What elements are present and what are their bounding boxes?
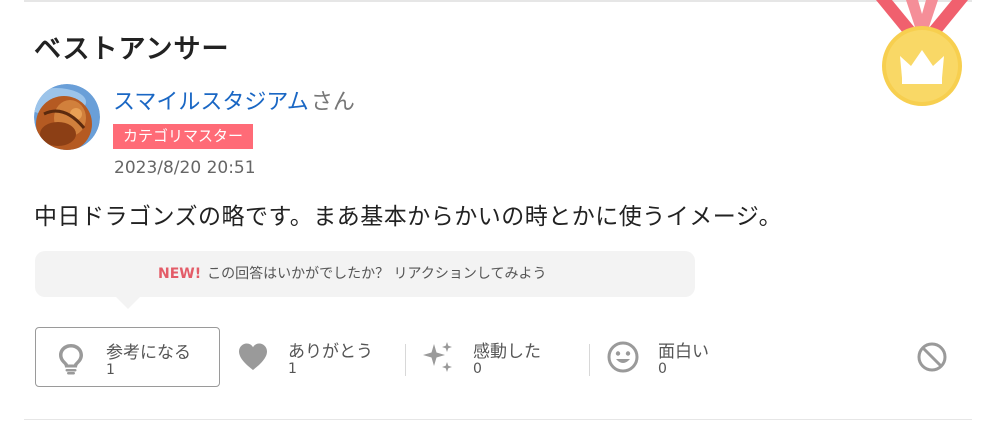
section-title: ベストアンサー [34,34,230,65]
reaction-count: 1 [288,361,297,377]
reaction-count: 0 [473,361,482,377]
reaction-helpful-button[interactable]: 参考になる 1 [35,327,220,387]
lightbulb-icon [59,344,83,375]
answer-timestamp: 2023/8/20 20:51 [114,158,256,178]
bottom-border [24,419,972,420]
reaction-label: 参考になる [106,343,191,363]
block-icon[interactable] [913,338,951,376]
reaction-prompt-tail [116,297,140,309]
author-line: スマイルスタジアムさん [113,84,355,116]
answer-text: 中日ドラゴンズの略です。まあ基本からかいの時とかに使うイメージ。 [34,204,783,230]
author-honorific: さん [310,90,355,115]
new-label: NEW! [158,266,202,282]
reaction-funny-button[interactable]: 面白い 0 [588,327,773,385]
reaction-prompt: NEW! この回答はいかがでしたか？ リアクションしてみよう [158,263,546,283]
reaction-count: 0 [658,361,667,377]
heart-icon [239,343,267,370]
sparkle-icon [423,342,452,372]
author-name-link[interactable]: スマイルスタジアム [113,90,309,115]
avatar[interactable] [34,84,100,150]
gold-medal-icon [876,0,968,106]
reaction-prompt-text: この回答はいかがでしたか？ リアクションしてみよう [207,266,547,282]
top-border [24,0,972,2]
reaction-label: 感動した [473,342,541,362]
smile-icon [607,341,639,373]
reaction-label: 面白い [658,342,709,362]
reaction-thanks-button[interactable]: ありがとう 1 [218,327,403,385]
reaction-count: 1 [106,362,115,378]
reaction-moved-button[interactable]: 感動した 0 [403,327,588,385]
reaction-label: ありがとう [288,342,373,362]
category-master-badge: カテゴリマスター [113,124,254,149]
